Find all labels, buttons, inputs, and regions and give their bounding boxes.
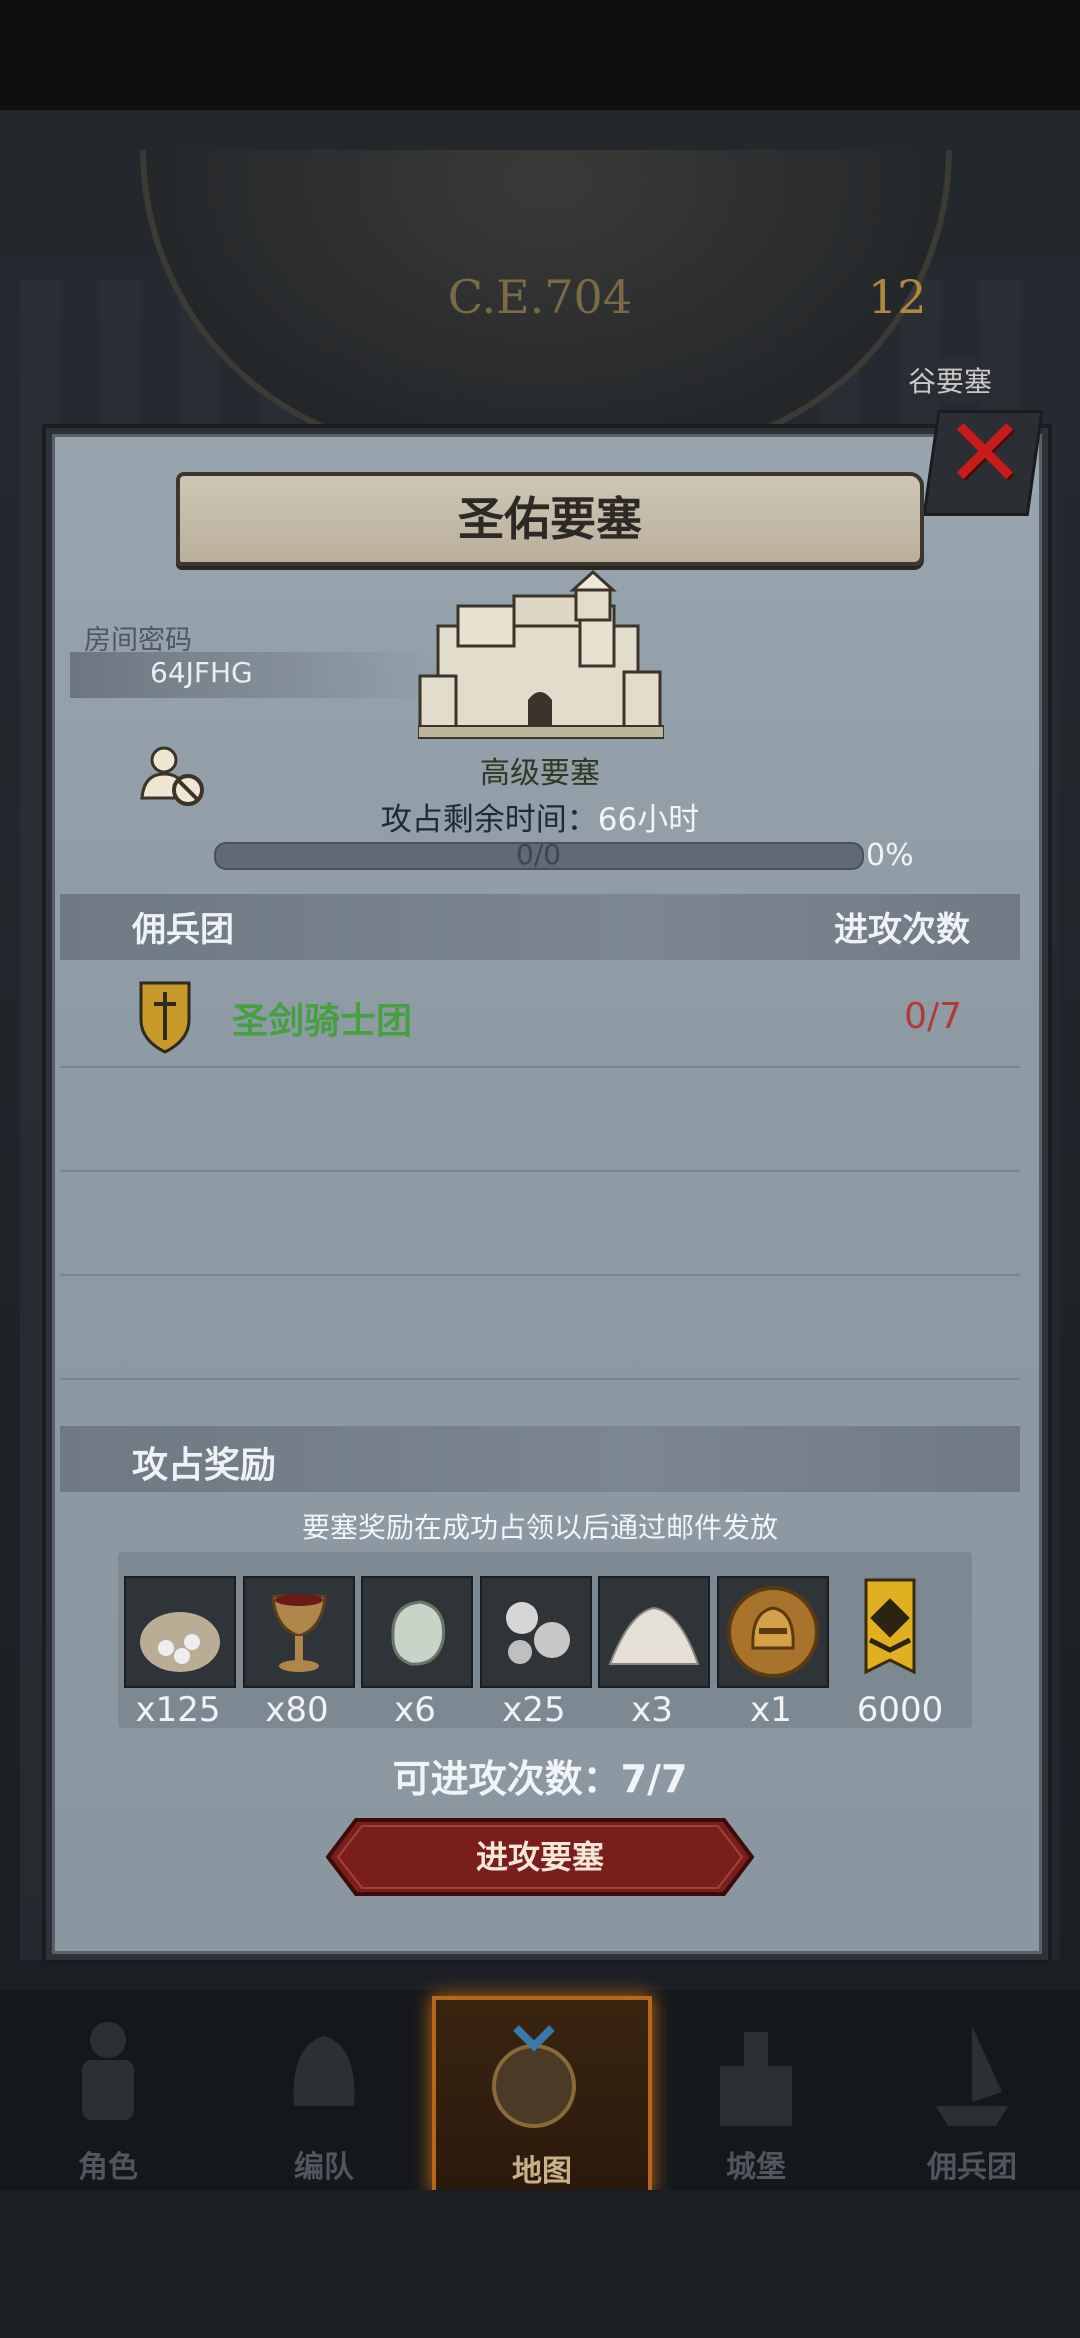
powder-pile-icon[interactable] [598, 1576, 710, 1688]
nav-castle[interactable]: 城堡 [666, 1996, 846, 2186]
room-password-value: 64JFHG [150, 656, 253, 689]
mercenary-header-label: 佣兵团 [132, 910, 234, 950]
rewards-note: 要塞奖励在成功占领以后通过邮件发放 [301, 1511, 778, 1544]
reward-quantity: x125 [135, 1690, 221, 1730]
nav-map[interactable]: 地图 [432, 1996, 652, 2194]
empty-row [60, 1066, 1020, 1172]
mercenary-name: 圣剑骑士团 [232, 1001, 413, 1042]
mercenary-row[interactable] [60, 962, 1020, 1068]
goblet-icon[interactable] [243, 1576, 355, 1688]
capture-progress-percent: 0% [866, 838, 914, 873]
clock-numeral: 12 [868, 270, 927, 324]
remaining-attacks-label: 可进攻次数： [392, 1757, 621, 1801]
world-map-icon [492, 2025, 576, 2128]
reward-quantity: x25 [502, 1690, 566, 1730]
status-bar [0, 0, 1080, 110]
empty-row [60, 1170, 1020, 1276]
capture-progress-text: 0/0 [516, 838, 562, 871]
nav-character[interactable]: 角色 [18, 1996, 198, 2186]
nav-formation[interactable]: 编队 [234, 1996, 414, 2186]
nav-label: 佣兵团 [927, 2150, 1017, 2185]
reward-quantity: x1 [750, 1690, 792, 1730]
silver-pearls-icon[interactable] [480, 1576, 592, 1688]
map-fortress-label: 谷要塞 [900, 358, 1001, 402]
knight-medal-icon[interactable] [717, 1576, 829, 1688]
dialog-title: 圣佑要塞 [458, 492, 642, 546]
capture-time-label: 攻占剩余时间： [380, 802, 598, 838]
castle-icon [720, 2032, 792, 2126]
nav-label: 城堡 [726, 2150, 786, 2185]
system-nav-area [0, 2190, 1080, 2338]
sword-shield-icon [139, 981, 191, 1054]
mercenary-attack-count: 0/7 [904, 996, 962, 1037]
remaining-attacks: 可进攻次数：7/7 [0, 1748, 1080, 1803]
reward-quantity: x3 [631, 1690, 673, 1730]
room-code-strip [70, 652, 440, 698]
fortress-level: 高级要塞 [480, 756, 600, 791]
gem-stone-icon[interactable] [361, 1576, 473, 1688]
knight-character-icon [82, 2022, 134, 2120]
attack-fortress-button[interactable]: 进攻要塞 [326, 1818, 754, 1896]
nav-label: 地图 [512, 2154, 572, 2189]
fortress-castle-icon [418, 569, 664, 739]
reward-quantity: 6000 [856, 1690, 944, 1730]
nav-label: 角色 [78, 2150, 138, 2185]
coin-sack-icon[interactable] [124, 1576, 236, 1688]
capture-time-value: 66小时 [597, 802, 700, 838]
reward-quantity: x6 [394, 1690, 436, 1730]
remaining-attacks-value: 7/7 [620, 1757, 688, 1801]
rank-banner-icon[interactable] [836, 1576, 944, 1684]
nav-label: 编队 [294, 2150, 354, 2185]
attack-count-header: 进攻次数 [834, 910, 970, 950]
helmet-formation-icon [293, 2036, 355, 2106]
close-x-icon[interactable]: ✕ [940, 398, 1030, 508]
capture-time-row: 攻占剩余时间：66小时 [0, 794, 1080, 839]
rewards-title: 攻占奖励 [132, 1445, 277, 1486]
mercenary-ship-icon [936, 2026, 1008, 2126]
reward-quantity: x80 [265, 1690, 329, 1730]
empty-row [60, 1274, 1020, 1380]
nav-mercenary[interactable]: 佣兵团 [882, 1996, 1062, 2186]
